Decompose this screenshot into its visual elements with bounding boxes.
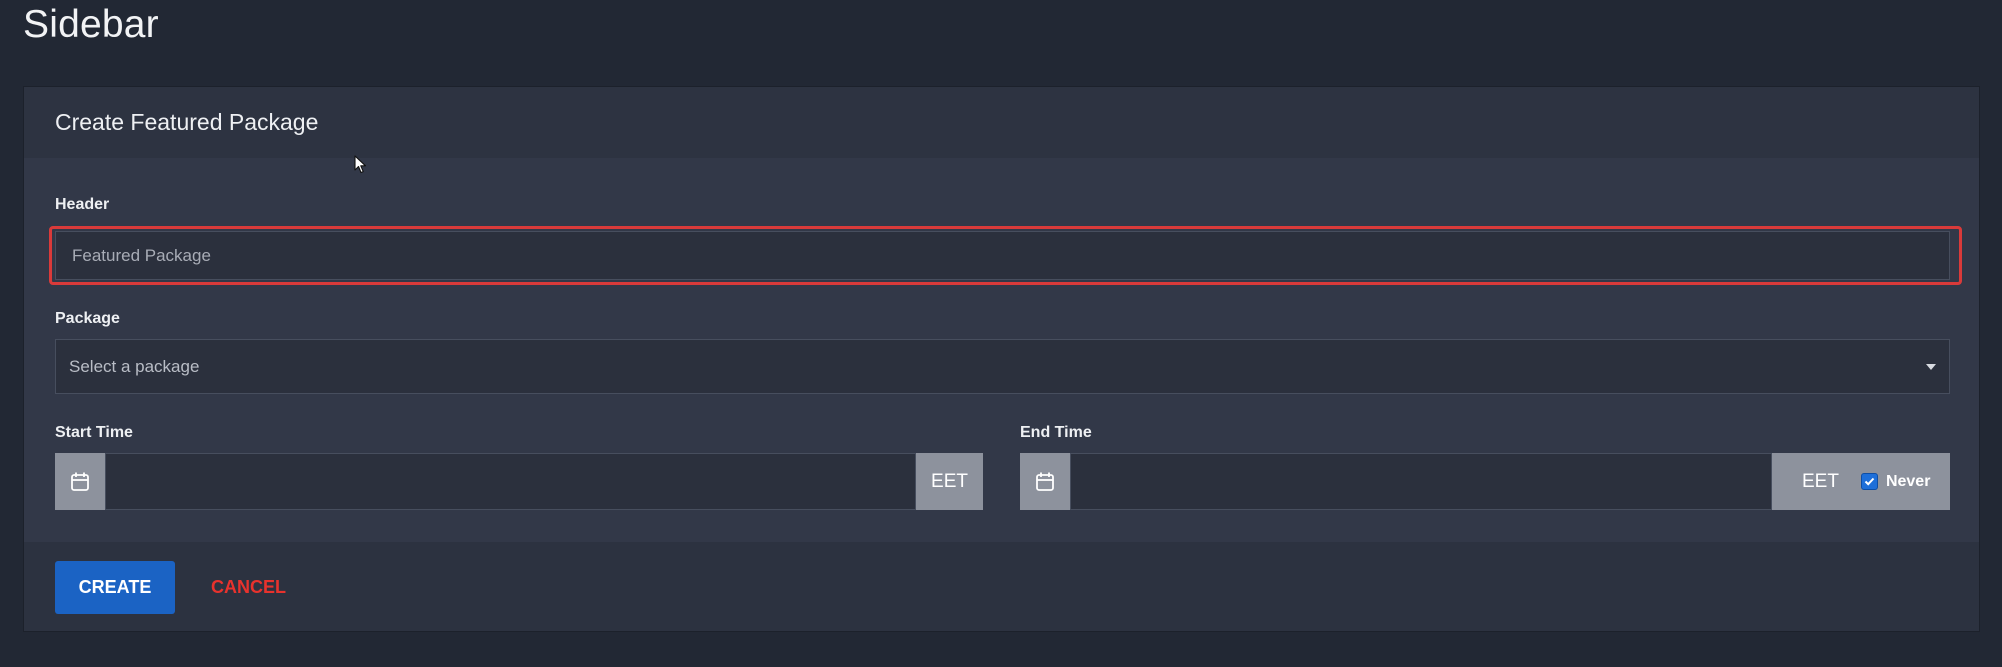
header-label: Header — [55, 196, 110, 213]
chevron-down-icon — [1926, 363, 1936, 370]
header-input[interactable] — [56, 245, 1949, 266]
calendar-icon — [71, 472, 89, 491]
start-time-calendar-button[interactable] — [55, 453, 105, 510]
check-icon — [1864, 477, 1875, 486]
end-time-addon: EET Never — [1772, 453, 1950, 510]
end-time-label: End Time — [1020, 424, 1092, 441]
package-select[interactable]: Select a package — [55, 339, 1950, 394]
end-time-calendar-button[interactable] — [1020, 453, 1070, 510]
start-time-input[interactable] — [106, 471, 915, 492]
card-title: Create Featured Package — [55, 109, 319, 135]
never-label: Never — [1885, 472, 1931, 490]
end-time-timezone: EET — [1802, 470, 1839, 492]
package-label: Package — [55, 310, 120, 327]
page-title: Sidebar — [23, 3, 159, 46]
start-time-label: Start Time — [55, 424, 133, 441]
end-time-input-wrap — [1070, 453, 1772, 510]
end-time-input[interactable] — [1071, 471, 1771, 492]
end-time-group: EET Never — [1020, 453, 1950, 510]
cancel-button[interactable]: CANCEL — [205, 561, 292, 614]
create-button[interactable]: CREATE — [55, 561, 175, 614]
card-footer: CREATE CANCEL — [24, 542, 1979, 631]
never-toggle[interactable]: Never — [1860, 472, 1931, 491]
start-time-timezone: EET — [916, 453, 983, 510]
header-field[interactable] — [55, 231, 1950, 280]
mouse-cursor-icon — [354, 155, 367, 174]
create-featured-package-card: Create Featured Package Header Package S… — [23, 86, 1980, 632]
start-time-input-wrap — [105, 453, 916, 510]
package-select-value: Select a package — [69, 356, 200, 376]
calendar-icon — [1036, 472, 1054, 491]
card-header: Create Featured Package — [24, 87, 1979, 158]
never-checkbox[interactable] — [1860, 473, 1878, 490]
card-body: Header Package Select a package Start Ti… — [24, 158, 1979, 542]
start-time-group: EET — [55, 453, 983, 510]
